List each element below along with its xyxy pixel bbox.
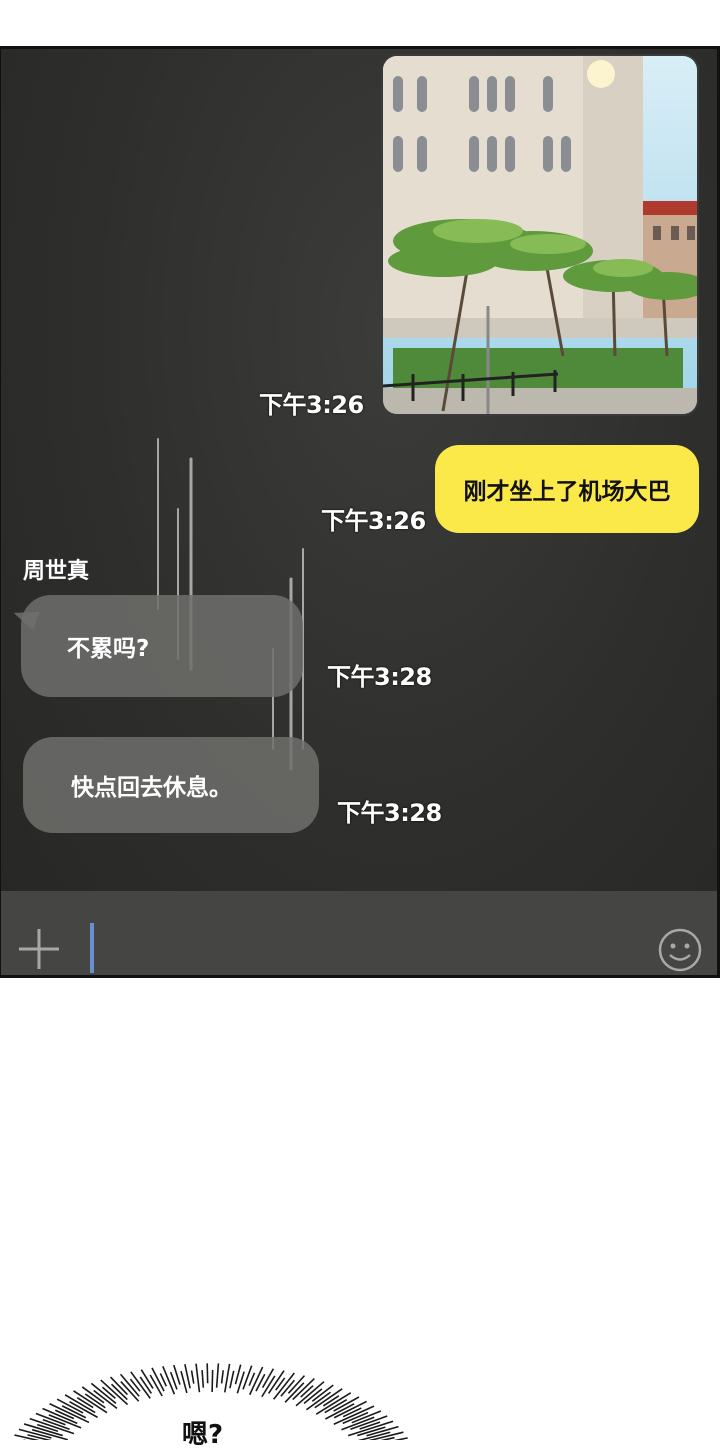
message-input-field[interactable] xyxy=(90,923,94,973)
message-input-bar xyxy=(1,891,720,978)
message-time: 下午3:26 xyxy=(259,385,364,420)
message-time: 下午3:26 xyxy=(321,501,426,536)
chat-screen-panel: 下午3:26 刚才坐上了机场大巴 下午3:26 周世真 不累吗? 下午3:28 … xyxy=(0,46,720,978)
burst-ray xyxy=(217,1363,219,1387)
burst-ray xyxy=(181,1371,187,1393)
reaction-text: 嗯? xyxy=(182,1414,223,1451)
message-time: 下午3:28 xyxy=(337,793,442,828)
sender-name: 周世真 xyxy=(23,553,89,585)
burst-ray xyxy=(225,1364,230,1392)
plus-icon[interactable] xyxy=(17,927,61,971)
burst-ray xyxy=(243,1366,252,1390)
burst-ray xyxy=(185,1364,190,1388)
outgoing-message-bubble[interactable]: 刚才坐上了机场大巴 xyxy=(435,445,699,533)
burst-ray xyxy=(163,1366,175,1394)
burst-ray xyxy=(24,1424,63,1436)
burst-ray xyxy=(296,1382,324,1406)
burst-ray xyxy=(141,1370,153,1389)
burst-ray xyxy=(263,1369,274,1388)
incoming-message-bubble[interactable]: 不累吗? xyxy=(21,595,303,697)
burst-ray xyxy=(140,1377,151,1393)
building-palm-photo xyxy=(383,56,699,416)
burst-ray xyxy=(235,1365,240,1385)
burst-ray xyxy=(130,1379,140,1391)
burst-ray xyxy=(196,1364,199,1393)
burst-ray xyxy=(230,1371,234,1388)
incoming-message-bubble[interactable]: 快点回去休息。 xyxy=(23,737,319,833)
burst-ray xyxy=(293,1379,315,1400)
smile-icon[interactable] xyxy=(657,927,703,973)
burst-ray xyxy=(202,1370,203,1388)
burst-ray xyxy=(249,1373,254,1386)
emphasis-burst xyxy=(0,1270,720,1440)
burst-ray xyxy=(192,1370,194,1383)
sent-photo-message[interactable] xyxy=(381,54,699,416)
burst-ray xyxy=(131,1372,150,1399)
burst-ray xyxy=(212,1370,213,1392)
burst-ray xyxy=(222,1370,224,1383)
message-time: 下午3:28 xyxy=(327,657,432,692)
burst-ray xyxy=(301,1386,313,1397)
